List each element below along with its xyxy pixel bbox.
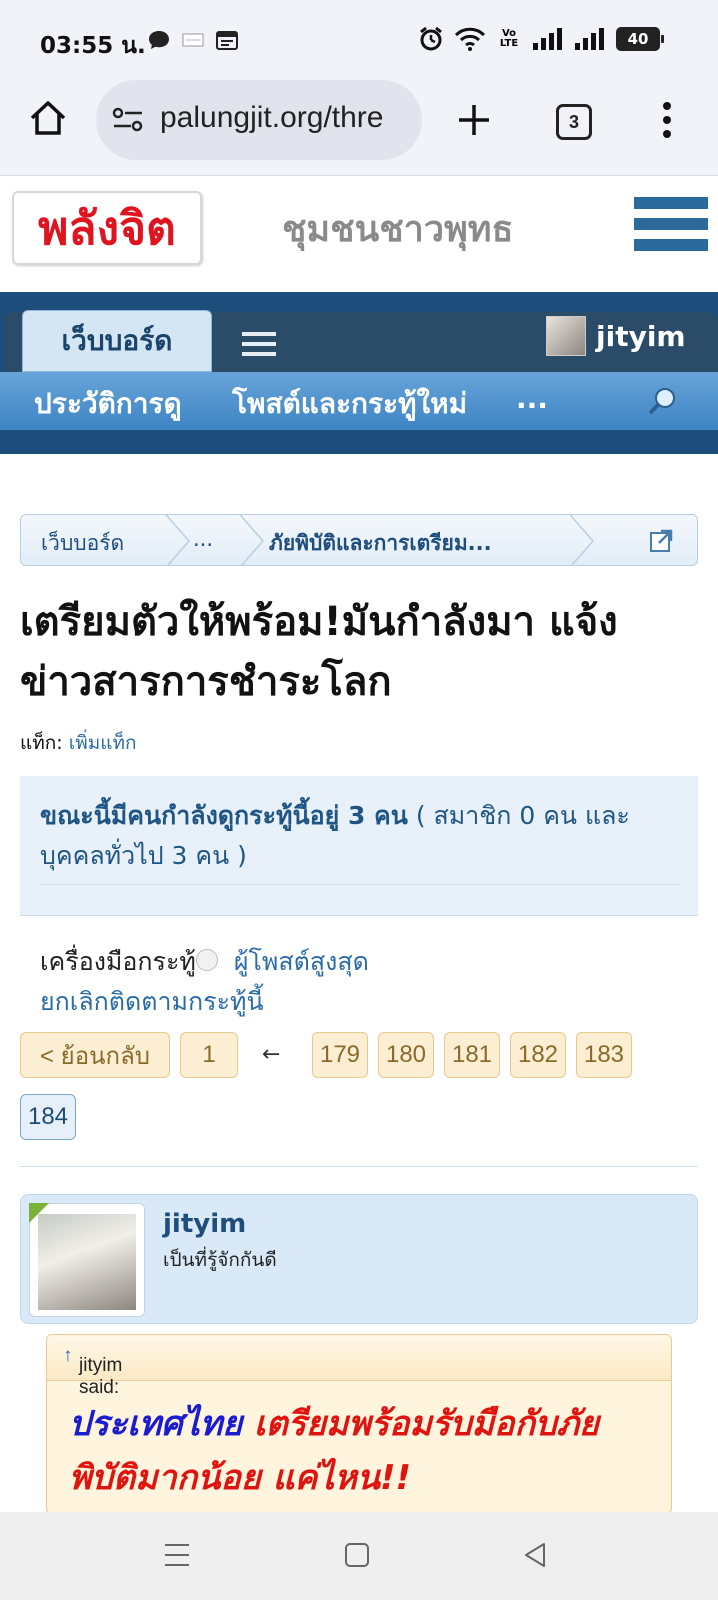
status-right-icons: Vo LTE 40 bbox=[418, 26, 664, 52]
chevron-down-icon bbox=[195, 949, 218, 971]
thread-tags: แท็ก: เพิ่มแท็ก bbox=[20, 728, 137, 758]
breadcrumb-item-webboard[interactable]: เว็บบอร์ด bbox=[41, 527, 124, 560]
sub-nav: ประวัติการดู โพสต์และกระทู้ใหม่ ... bbox=[0, 372, 718, 430]
top-posters-link[interactable]: ผู้โพสต์สูงสุด bbox=[234, 947, 369, 976]
thread-tools: เครื่องมือกระทู้ ผู้โพสต์สูงสุด bbox=[40, 942, 369, 982]
wifi-icon bbox=[454, 27, 486, 51]
site-settings-icon[interactable] bbox=[112, 106, 144, 134]
alarm-icon bbox=[420, 26, 442, 51]
battery-icon: 40 bbox=[616, 27, 664, 51]
more-menu-icon[interactable] bbox=[662, 100, 672, 140]
tab-switcher-button[interactable]: 3 bbox=[556, 104, 592, 140]
pagination-jump-arrow: ← bbox=[262, 1042, 281, 1067]
quote-header: jityim said: ↑ bbox=[47, 1335, 671, 1398]
online-indicator bbox=[29, 1203, 49, 1223]
divider bbox=[20, 1166, 698, 1167]
divider bbox=[40, 884, 680, 885]
home-icon[interactable] bbox=[28, 98, 68, 138]
address-bar[interactable]: palungjit.org/thre bbox=[96, 80, 422, 160]
viewers-text: ขณะนี้มีคนกำลังดูกระทู้นี้อยู่ 3 คน ( สม… bbox=[40, 796, 680, 876]
nav-more[interactable]: ... bbox=[516, 382, 548, 415]
quote-text-red-1: เตรียมพร้อมรับมือกับภัย bbox=[242, 1404, 599, 1444]
user-avatar bbox=[546, 316, 586, 356]
external-link-icon[interactable] bbox=[649, 527, 675, 553]
notification-icon bbox=[182, 33, 204, 47]
add-tag-link[interactable]: เพิ่มแท็ก bbox=[69, 732, 137, 754]
post-author-name[interactable]: jityim bbox=[163, 1209, 246, 1239]
post-author-rank: เป็นที่รู้จักกันดี bbox=[163, 1249, 277, 1271]
unfollow-thread-link[interactable]: ยกเลิกติดตามกระทู้นี้ bbox=[40, 982, 264, 1022]
quote-jump-link[interactable]: ↑ bbox=[63, 1345, 73, 1366]
breadcrumb-separator bbox=[239, 515, 264, 565]
status-left-icons bbox=[148, 30, 238, 50]
quote-body: ประเทศไทย เตรียมพร้อมรับมือกับภัย พิบัติ… bbox=[69, 1397, 669, 1505]
pagination-prev[interactable]: < ย้อนกลับ bbox=[20, 1032, 170, 1078]
thread-tools-button[interactable]: เครื่องมือกระทู้ bbox=[40, 947, 226, 976]
tags-label: แท็ก: bbox=[20, 732, 63, 754]
breadcrumb-separator bbox=[569, 515, 594, 565]
nav-menu-icon[interactable] bbox=[242, 332, 276, 362]
pagination-page[interactable]: 179 bbox=[312, 1032, 368, 1078]
nav-history[interactable]: ประวัติการดู bbox=[34, 382, 182, 426]
status-bar: 03:55 น. Vo LTE 40 bbox=[0, 0, 718, 86]
new-tab-icon[interactable] bbox=[456, 102, 492, 138]
quote-text-red-2: พิบัติมากน้อย แค่ไหน!! bbox=[69, 1458, 412, 1498]
chat-icon bbox=[149, 31, 169, 49]
breadcrumb-item-ellipsis[interactable]: ... bbox=[193, 527, 213, 551]
recent-apps-icon[interactable] bbox=[164, 1542, 190, 1568]
url-text[interactable]: palungjit.org/thre bbox=[160, 101, 410, 135]
signal-icon bbox=[533, 28, 562, 50]
breadcrumb-item-category[interactable]: ภัยพิบัติและการเตรียม... bbox=[269, 527, 492, 560]
quote-text-blue: ประเทศไทย bbox=[69, 1404, 243, 1444]
post-author-bar: jityim เป็นที่รู้จักกันดี bbox=[20, 1194, 698, 1324]
site-logo[interactable]: พลังจิต bbox=[12, 191, 202, 265]
viewers-box: ขณะนี้มีคนกำลังดูกระทู้นี้อยู่ 3 คน ( สม… bbox=[20, 776, 698, 916]
user-menu[interactable]: jityim bbox=[546, 316, 686, 356]
pagination-page[interactable]: 181 bbox=[444, 1032, 500, 1078]
pagination-page[interactable]: 183 bbox=[576, 1032, 632, 1078]
pagination-page-current[interactable]: 184 bbox=[20, 1094, 76, 1140]
viewers-count: ขณะนี้มีคนกำลังดูกระทู้นี้อยู่ 3 คน bbox=[40, 801, 408, 830]
avatar-image bbox=[38, 1214, 136, 1310]
thread-tools-label: เครื่องมือกระทู้ bbox=[40, 947, 196, 976]
forum-nav: เว็บบอร์ด jityim ประวัติการดู โพสต์และกร… bbox=[0, 292, 718, 454]
volte-label: Vo LTE bbox=[499, 28, 519, 49]
site-header: พลังจิต ชุมชนชาวพุทธ bbox=[0, 176, 718, 292]
site-menu-icon[interactable] bbox=[634, 197, 708, 260]
breadcrumb: เว็บบอร์ด ... ภัยพิบัติและการเตรียม... bbox=[20, 514, 698, 566]
pagination-page-first[interactable]: 1 bbox=[180, 1032, 238, 1078]
pagination-page[interactable]: 182 bbox=[510, 1032, 566, 1078]
search-icon[interactable] bbox=[648, 386, 678, 416]
home-nav-icon[interactable] bbox=[344, 1542, 370, 1568]
thread-title: เตรียมตัวให้พร้อม!มันกำลังมา แจ้งข่าวสาร… bbox=[20, 599, 618, 705]
calendar-icon bbox=[216, 31, 238, 50]
system-nav-bar bbox=[0, 1512, 718, 1600]
nav-username: jityim bbox=[596, 319, 686, 353]
signal-icon-2 bbox=[575, 28, 604, 50]
pagination-page[interactable]: 180 bbox=[378, 1032, 434, 1078]
quote-block: jityim said: ↑ ประเทศไทย เตรียมพร้อมรับม… bbox=[46, 1334, 672, 1514]
tab-webboard[interactable]: เว็บบอร์ด bbox=[22, 310, 212, 372]
nav-new-posts[interactable]: โพสต์และกระทู้ใหม่ bbox=[232, 382, 467, 426]
status-time: 03:55 น. bbox=[40, 33, 146, 59]
site-tagline: ชุมชนชาวพุทธ bbox=[282, 209, 514, 250]
back-icon[interactable] bbox=[522, 1542, 548, 1568]
quote-author: jityim said: bbox=[79, 1355, 123, 1398]
